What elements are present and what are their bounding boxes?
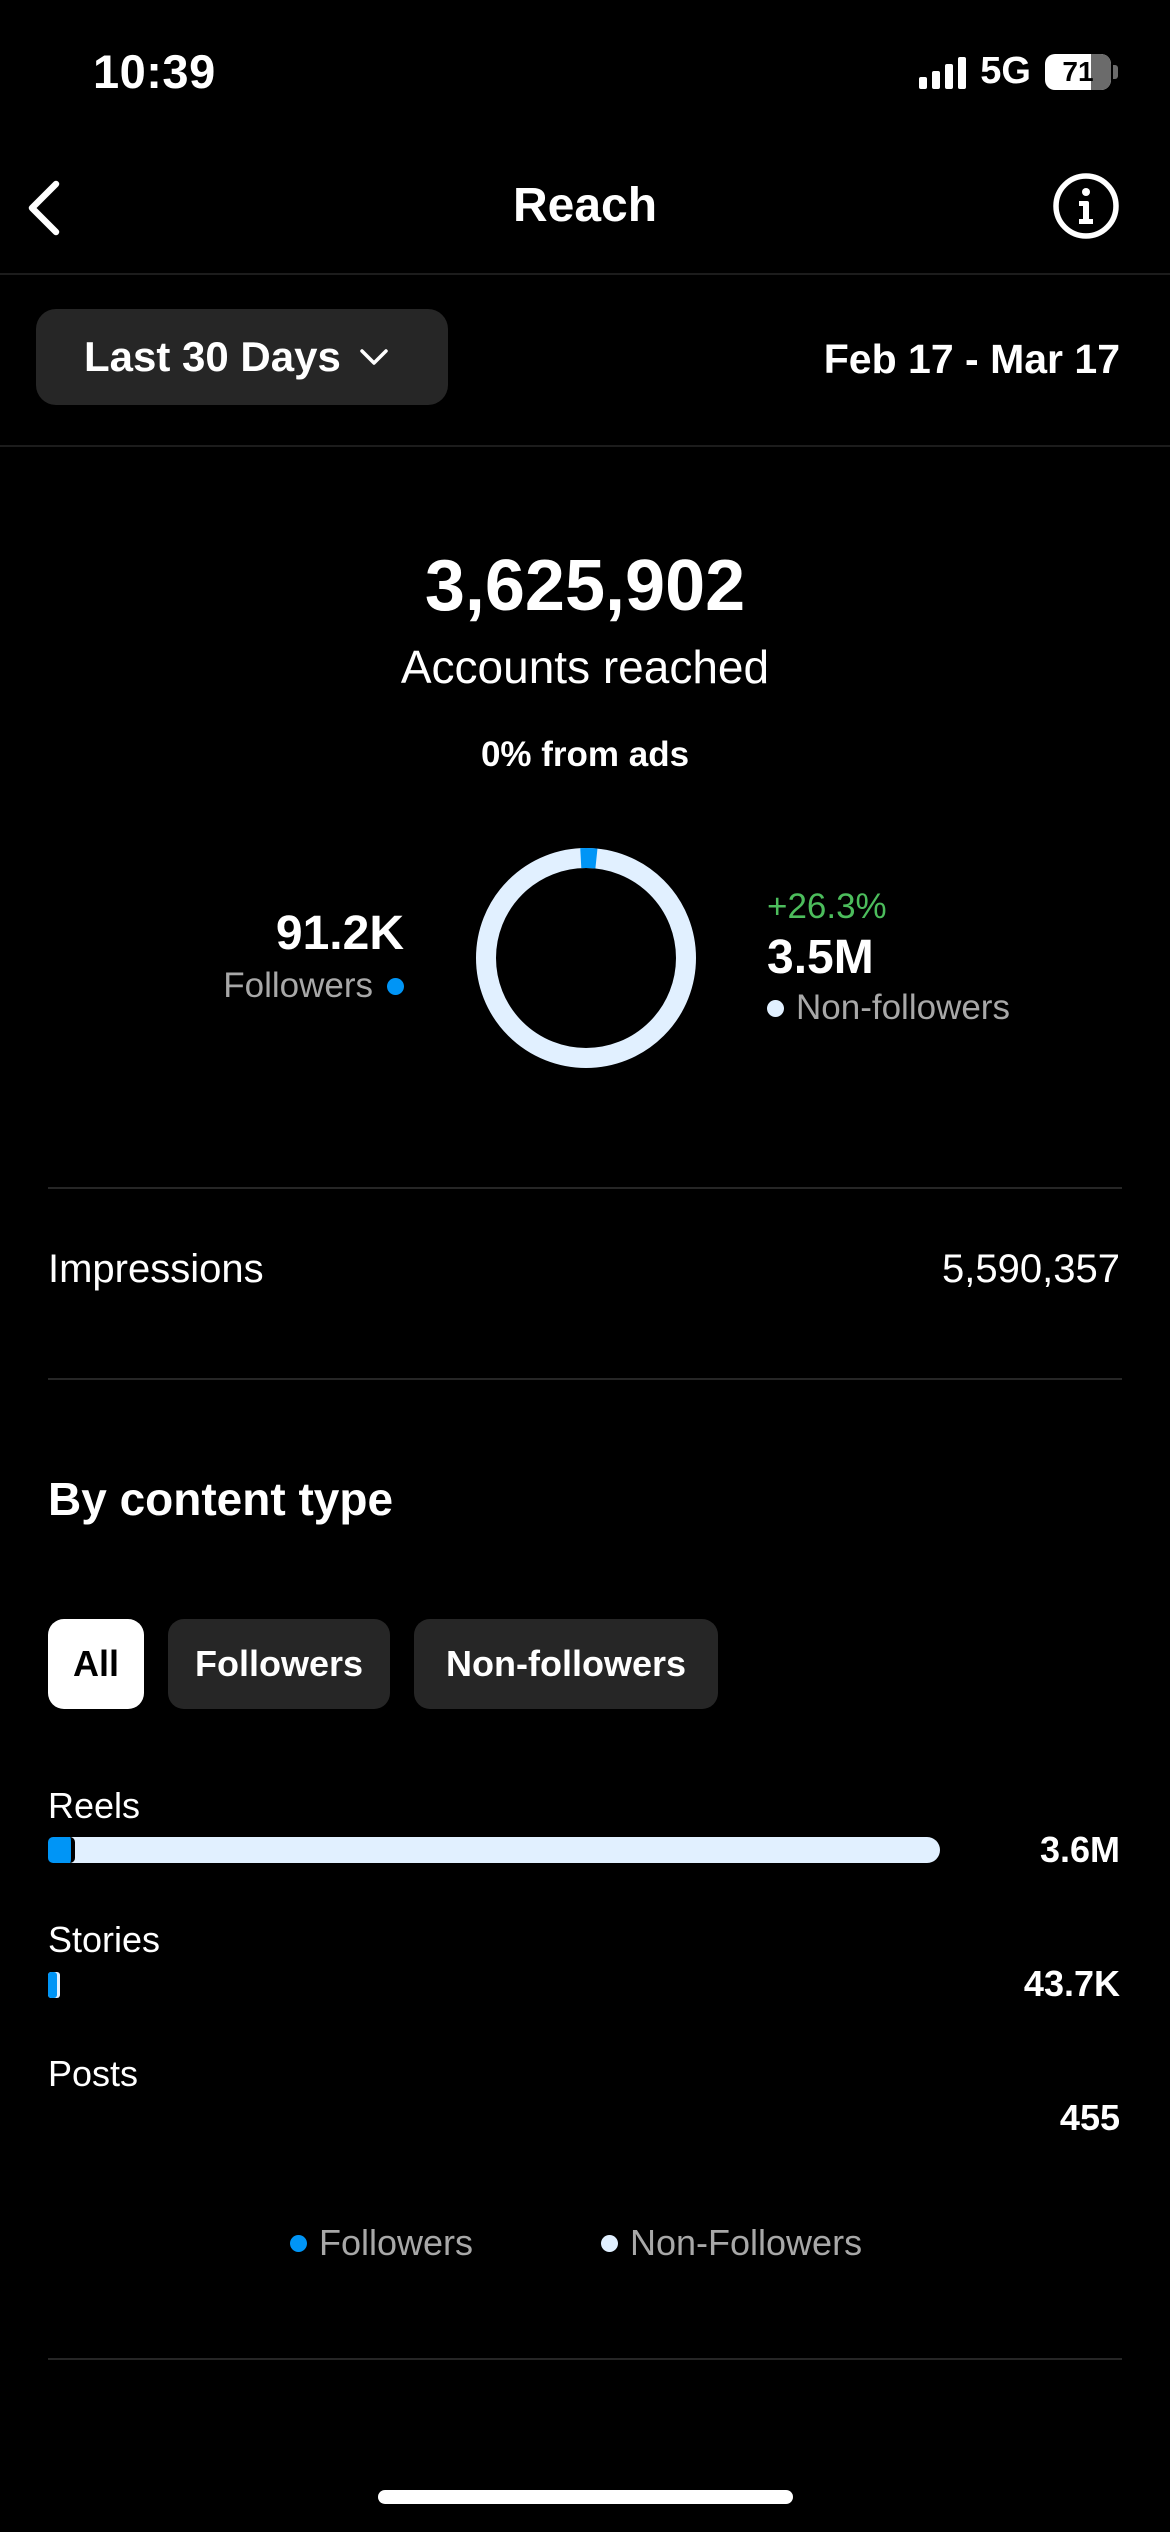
battery-level: 71 (1062, 55, 1094, 87)
legend-non-followers: Non-Followers (601, 2222, 862, 2264)
tab-non-followers[interactable]: Non-followers (414, 1619, 718, 1709)
reels-label: Reels (48, 1785, 141, 1826)
donut-non-followers-arc (476, 848, 696, 1068)
reels-non-followers-segment (48, 1837, 940, 1863)
tab-followers[interactable]: Followers (168, 1619, 390, 1709)
stories-value: 43.7K (1023, 1963, 1120, 2004)
chevron-down-icon (360, 349, 388, 365)
accounts-reached-total: 3,625,902 (424, 546, 746, 626)
network-type: 5G (980, 50, 1031, 92)
date-range-dropdown[interactable]: Last 30 Days (36, 309, 448, 405)
posts-label: Posts (48, 2053, 139, 2094)
ads-share: 0% from ads (480, 735, 690, 774)
non-followers-value: 3.5M (767, 931, 874, 984)
signal-icon (919, 55, 967, 89)
legend-followers-dot (290, 2234, 307, 2252)
followers-legend: Followers (223, 966, 404, 1006)
non-followers-change: +26.3% (767, 887, 887, 926)
bottom-divider (48, 2358, 1122, 2360)
impressions-label: Impressions (48, 1247, 264, 1291)
reach-donut-chart (476, 848, 696, 1069)
info-icon (1053, 173, 1119, 239)
tab-all[interactable]: All (48, 1619, 144, 1709)
stories-label: Stories (48, 1919, 161, 1960)
non-followers-label: Non-followers (796, 988, 1010, 1027)
accounts-reached-label: Accounts reached (400, 641, 770, 693)
home-indicator[interactable] (378, 2490, 793, 2504)
reels-followers-segment (48, 1837, 75, 1863)
posts-value: 455 (1059, 2097, 1120, 2138)
legend-non-followers-label: Non-Followers (630, 2222, 863, 2263)
stories-bar (48, 1972, 940, 1998)
status-icons: 5G 71 (919, 50, 1118, 93)
date-range-text: Feb 17 - Mar 17 (823, 336, 1120, 382)
followers-label: Followers (223, 966, 373, 1005)
legend-followers: Followers (290, 2222, 473, 2264)
stories-followers-segment (48, 1972, 58, 1998)
reels-value: 3.6M (1039, 1829, 1120, 1870)
battery-icon: 71 (1045, 53, 1118, 90)
legend-non-followers-dot (601, 2234, 618, 2252)
reels-bar (48, 1837, 940, 1863)
header-divider (0, 273, 1170, 275)
info-button[interactable] (1052, 172, 1120, 240)
date-range-label: Last 30 Days (84, 333, 341, 380)
range-divider (0, 445, 1170, 447)
impressions-divider (48, 1378, 1122, 1380)
section-title: By content type (48, 1473, 394, 1525)
non-followers-legend: Non-followers (767, 988, 1010, 1028)
summary-divider (48, 1187, 1122, 1189)
followers-value: 91.2K (275, 907, 404, 960)
posts-bar (48, 2106, 940, 2132)
page-title: Reach (512, 179, 658, 232)
followers-dot (387, 977, 404, 995)
legend-followers-label: Followers (319, 2222, 474, 2263)
impressions-value: 5,590,357 (942, 1247, 1120, 1291)
status-time: 10:39 (93, 45, 216, 98)
non-followers-dot (767, 999, 784, 1017)
